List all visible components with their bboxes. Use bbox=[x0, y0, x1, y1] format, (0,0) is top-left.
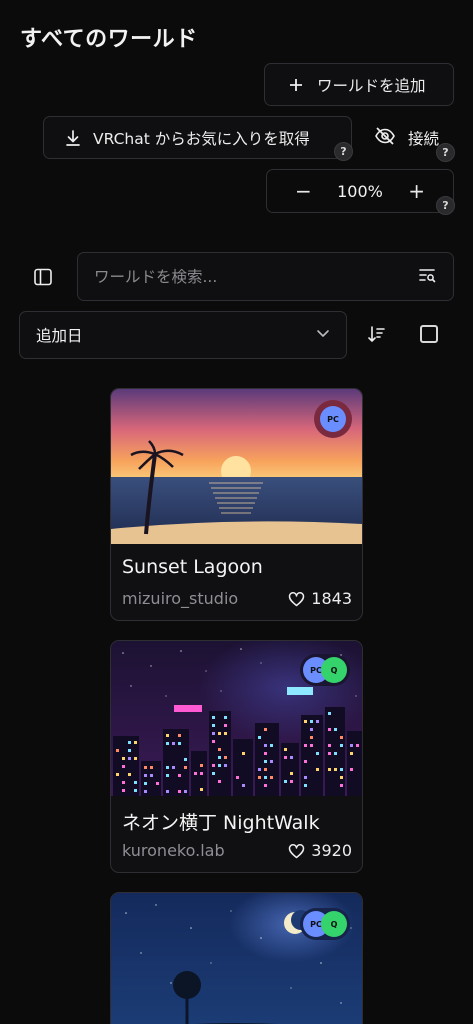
fetch-favorites-label: VRChat からお気に入りを取得 bbox=[93, 129, 310, 148]
heart-icon bbox=[289, 843, 305, 858]
fetch-favorites-button[interactable]: VRChat からお気に入りを取得 bbox=[43, 116, 352, 159]
download-icon bbox=[64, 129, 82, 147]
quest-badge: Q bbox=[321, 657, 347, 683]
search-input[interactable] bbox=[94, 267, 417, 286]
search-box bbox=[77, 252, 454, 301]
world-card[interactable]: PC Q ネオン横丁 NightWalk kuroneko.lab 3920 bbox=[110, 640, 363, 873]
sort-selected-value: 追加日 bbox=[36, 327, 83, 345]
world-thumbnail: PC bbox=[111, 389, 362, 544]
help-icon[interactable]: ? bbox=[436, 196, 455, 215]
zoom-in-button[interactable]: + bbox=[408, 179, 425, 203]
world-card[interactable]: PC Sunset Lagoon mizuiro_studio 1843 bbox=[110, 388, 363, 621]
checkbox-icon[interactable] bbox=[420, 325, 438, 343]
platform-badges: PC Q bbox=[300, 654, 350, 686]
connect-label: 接続 bbox=[408, 130, 440, 148]
zoom-out-button[interactable]: − bbox=[295, 179, 312, 203]
sort-icon bbox=[368, 326, 385, 342]
like-count[interactable]: 3920 bbox=[288, 841, 352, 860]
platform-badges: PC bbox=[314, 400, 352, 438]
help-icon[interactable]: ? bbox=[436, 143, 455, 162]
world-author: mizuiro_studio bbox=[122, 589, 239, 608]
world-name: ネオン横丁 NightWalk bbox=[122, 812, 320, 834]
world-card[interactable]: PC Q bbox=[110, 892, 363, 1024]
sidebar-icon bbox=[34, 268, 52, 286]
world-author: kuroneko.lab bbox=[122, 841, 225, 860]
chevron-down-icon bbox=[316, 326, 330, 344]
add-world-label: ワールドを追加 bbox=[317, 76, 426, 95]
sort-direction-button[interactable] bbox=[366, 324, 386, 344]
search-filter-icon[interactable] bbox=[417, 265, 437, 289]
sidebar-toggle-button[interactable] bbox=[33, 267, 53, 287]
world-thumbnail: PC Q bbox=[111, 641, 362, 796]
world-name: Sunset Lagoon bbox=[122, 556, 263, 578]
like-count-value: 1843 bbox=[311, 589, 352, 608]
like-count-value: 3920 bbox=[311, 841, 352, 860]
platform-badges: PC Q bbox=[300, 908, 350, 940]
plus-icon bbox=[287, 76, 305, 94]
connect-button[interactable]: 接続 bbox=[374, 125, 439, 151]
quest-badge: Q bbox=[321, 911, 347, 937]
like-count[interactable]: 1843 bbox=[288, 589, 352, 608]
heart-icon bbox=[289, 591, 305, 606]
zoom-control: − 100% + bbox=[266, 169, 454, 213]
help-icon[interactable]: ? bbox=[334, 142, 353, 161]
add-world-button[interactable]: ワールドを追加 bbox=[264, 63, 454, 106]
sort-select[interactable]: 追加日 bbox=[19, 311, 347, 359]
eye-off-icon bbox=[374, 125, 396, 151]
page-title: すべてのワールド bbox=[20, 27, 198, 52]
world-thumbnail: PC Q bbox=[111, 893, 362, 1024]
pc-badge: PC bbox=[320, 406, 346, 432]
zoom-value: 100% bbox=[337, 181, 383, 201]
